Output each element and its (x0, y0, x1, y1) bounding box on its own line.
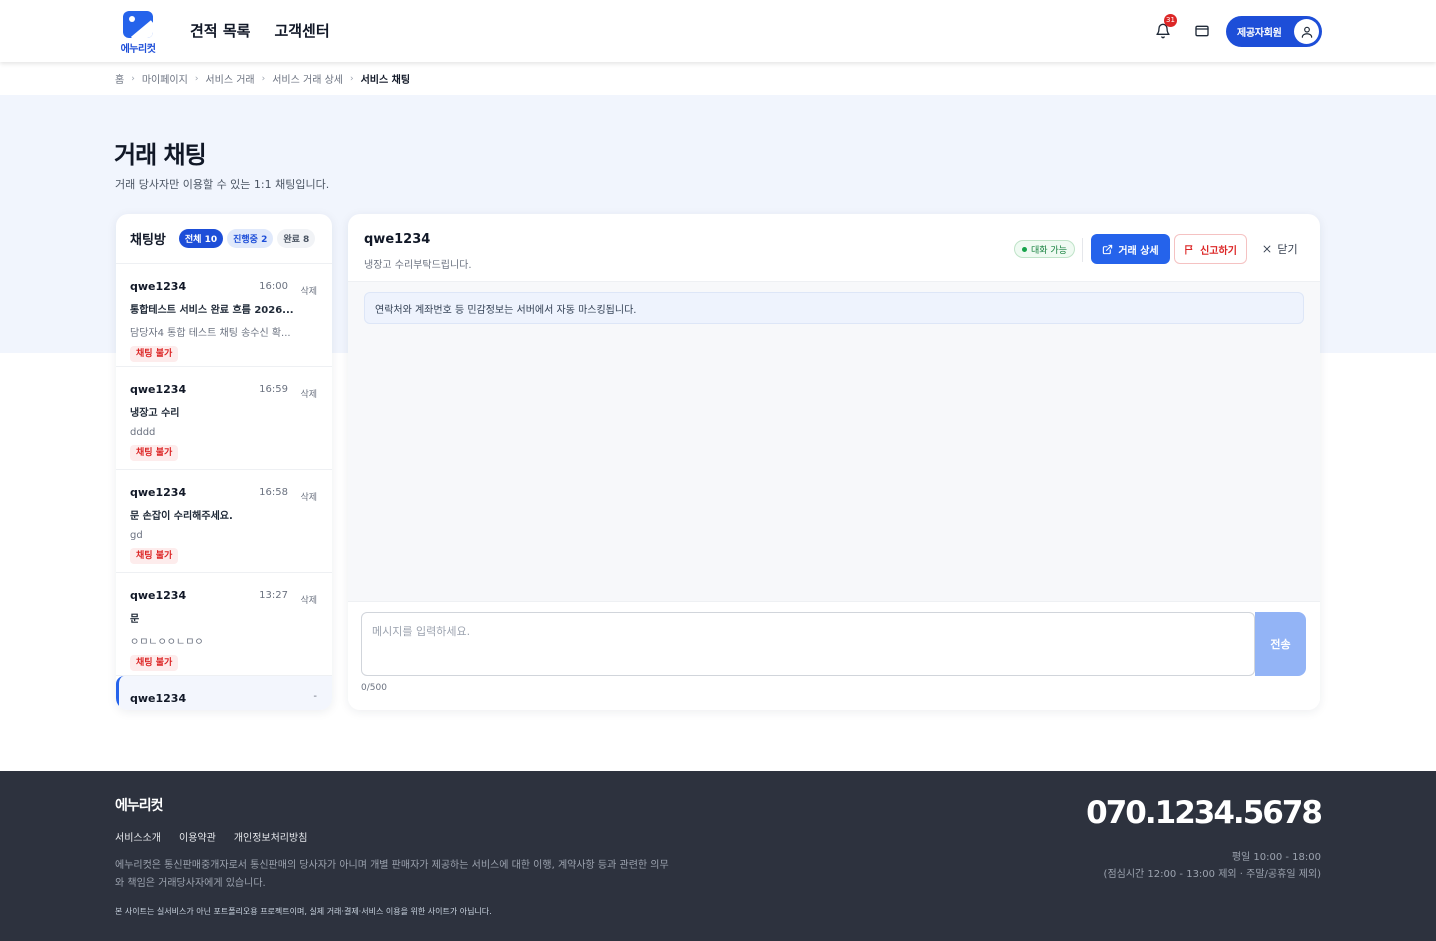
message-input[interactable] (361, 612, 1255, 676)
chat-room-item[interactable]: qwe1234 16:59 삭제 냉장고 수리 dddd 채팅 불가 (116, 367, 332, 470)
chevron-right-icon: › (349, 73, 354, 84)
logo-mark-icon (123, 11, 153, 38)
room-subject: 문 (130, 614, 140, 625)
room-status-badge: 채팅 불가 (130, 346, 179, 362)
room-last-message: dddd (130, 427, 156, 438)
footer-link-privacy[interactable]: 개인정보처리방침 (234, 829, 308, 844)
room-time: 16:00 (259, 281, 288, 292)
room-time: 16:59 (259, 384, 288, 395)
room-time: 13:27 (259, 590, 288, 601)
message-composer: 전송 0/500 (348, 602, 1320, 710)
room-last-message: 담당자4 통합 테스트 채팅 송수신 확... (130, 328, 291, 339)
user-role-label: 제공자회원 (1237, 28, 1282, 39)
room-status-badge: 채팅 불가 (130, 655, 179, 671)
footer-phone: 070.1234.5678 (1086, 795, 1323, 831)
user-avatar-icon (1294, 19, 1319, 44)
room-status-badge: 채팅 불가 (130, 445, 179, 461)
chat-room-item[interactable]: qwe1234 13:27 삭제 문 ㅇㅁㄴㅇㅇㄴㅁㅇ 채팅 불가 (116, 573, 332, 676)
room-partner-name: qwe1234 (130, 486, 187, 499)
footer-break-hours: (점심시간 12:00 - 13:00 제외 · 주말/공휴일 제외) (1103, 869, 1321, 880)
nav-quote-list[interactable]: 견적 목록 (190, 20, 250, 41)
chat-window: qwe1234 냉장고 수리부탁드립니다. 대화 가능 거래 상세 신고하기 닫… (348, 214, 1320, 710)
wallet-icon (1195, 25, 1209, 37)
notification-button[interactable]: 31 (1149, 14, 1177, 45)
chat-room-item[interactable]: qwe1234 16:58 삭제 문 손잡이 수리해주세요. gd 채팅 불가 (116, 470, 332, 573)
chat-room-list: 채팅방 전체 10 진행중 2 완료 8 qwe1234 16:00 삭제 통합… (116, 214, 332, 710)
header-divider (1082, 238, 1083, 262)
chat-subject: 냉장고 수리부탁드립니다. (364, 260, 472, 271)
privacy-notice: 연락처와 계좌번호 등 민감정보는 서버에서 자동 마스킹됩니다. (364, 292, 1304, 324)
char-counter: 0/500 (361, 683, 387, 693)
breadcrumb-mypage[interactable]: 마이페이지 (142, 71, 188, 86)
breadcrumb-home[interactable]: 홈 (115, 71, 124, 86)
close-chat-button[interactable]: 닫기 (1258, 234, 1302, 264)
chat-room-item[interactable]: qwe1234 16:00 삭제 통합테스트 서비스 완료 흐름 2026...… (116, 264, 332, 367)
room-time: 16:58 (259, 487, 288, 498)
footer-links: 서비스소개 이용약관 개인정보처리방침 (115, 829, 307, 844)
footer-link-about[interactable]: 서비스소개 (115, 829, 161, 844)
availability-label: 대화 가능 (1031, 245, 1067, 256)
send-button[interactable]: 전송 (1255, 612, 1306, 676)
report-label: 신고하기 (1200, 245, 1237, 257)
room-subject: 통합테스트 서비스 완료 흐름 2026... (130, 305, 294, 316)
close-label: 닫기 (1277, 243, 1298, 256)
breadcrumb-current: 서비스 채팅 (360, 75, 411, 86)
room-last-message: gd (130, 530, 143, 541)
breadcrumb-trade-detail[interactable]: 서비스 거래 상세 (272, 71, 343, 86)
nav-customer-center[interactable]: 고객센터 (274, 20, 329, 41)
trade-detail-label: 거래 상세 (1118, 245, 1159, 257)
status-dot-icon (1022, 246, 1027, 252)
page-subtitle: 거래 당사자만 이용할 수 있는 1:1 채팅입니다. (115, 178, 330, 191)
availability-badge: 대화 가능 (1014, 240, 1075, 258)
wallet-button[interactable] (1188, 17, 1216, 45)
room-partner-name: qwe1234 (130, 280, 187, 293)
filter-done-chip[interactable]: 완료 8 (277, 229, 316, 248)
chat-partner-name: qwe1234 (364, 232, 431, 247)
room-delete-button[interactable]: 삭제 (300, 284, 317, 297)
breadcrumb: 홈 › 마이페이지 › 서비스 거래 › 서비스 거래 상세 › 서비스 채팅 (115, 71, 411, 87)
trade-detail-button[interactable]: 거래 상세 (1091, 234, 1170, 264)
chat-room-item-active[interactable]: qwe1234 - (116, 676, 332, 710)
filter-all-chip[interactable]: 전체 10 (178, 229, 224, 248)
room-partner-name: qwe1234 (130, 692, 187, 705)
chevron-right-icon: › (194, 73, 199, 84)
close-icon (1263, 245, 1271, 253)
page-title: 거래 채팅 (114, 141, 207, 169)
filter-ongoing-chip[interactable]: 진행중 2 (227, 229, 274, 248)
room-delete-button[interactable]: 삭제 (300, 490, 317, 503)
room-list-header: 채팅방 전체 10 진행중 2 완료 8 (116, 214, 332, 264)
user-menu-button[interactable]: 제공자회원 (1226, 16, 1322, 47)
brand-logo[interactable]: 에누리컷 (116, 10, 160, 55)
top-header: 에누리컷 견적 목록 고객센터 31 제공자회원 (0, 0, 1436, 62)
notification-count-badge: 31 (1164, 14, 1177, 27)
footer-logo: 에누리컷 (115, 798, 164, 814)
room-partner-name: qwe1234 (130, 589, 187, 602)
room-subject: 문 손잡이 수리해주세요. (130, 511, 233, 522)
main-nav: 견적 목록 고객센터 (190, 20, 330, 41)
room-delete-button[interactable]: 삭제 (300, 387, 317, 400)
flag-icon (1185, 244, 1193, 255)
footer-portfolio-note: 본 사이트는 실서비스가 아닌 포트폴리오용 프로젝트이며, 실제 거래·결제·… (115, 907, 492, 916)
room-last-message: ㅇㅁㄴㅇㅇㄴㅁㅇ (130, 637, 204, 648)
message-area[interactable]: 연락처와 계좌번호 등 민감정보는 서버에서 자동 마스킹됩니다. (348, 282, 1320, 602)
report-button[interactable]: 신고하기 (1174, 234, 1247, 264)
footer-description: 에누리컷은 통신판매중개자로서 통신판매의 당사자가 아니며 개별 판매자가 제… (115, 860, 669, 889)
room-list-title: 채팅방 (130, 233, 166, 248)
room-delete-button[interactable]: 삭제 (300, 593, 317, 606)
logo-text: 에누리컷 (120, 44, 156, 55)
site-footer: 에누리컷 서비스소개 이용약관 개인정보처리방침 에누리컷은 통신판매중개자로서… (0, 771, 1436, 941)
footer-hours: 평일 10:00 - 18:00 (1231, 852, 1321, 863)
chevron-right-icon: › (131, 73, 135, 84)
room-time: - (313, 691, 317, 702)
chevron-right-icon: › (261, 73, 266, 84)
room-status-badge: 채팅 불가 (130, 548, 179, 564)
footer-link-terms[interactable]: 이용약관 (179, 829, 216, 844)
breadcrumb-service-trade[interactable]: 서비스 거래 (205, 71, 254, 86)
room-subject: 냉장고 수리 (130, 408, 180, 419)
room-partner-name: qwe1234 (130, 383, 187, 396)
external-link-icon (1103, 244, 1113, 254)
chat-header: qwe1234 냉장고 수리부탁드립니다. 대화 가능 거래 상세 신고하기 닫… (348, 214, 1320, 282)
